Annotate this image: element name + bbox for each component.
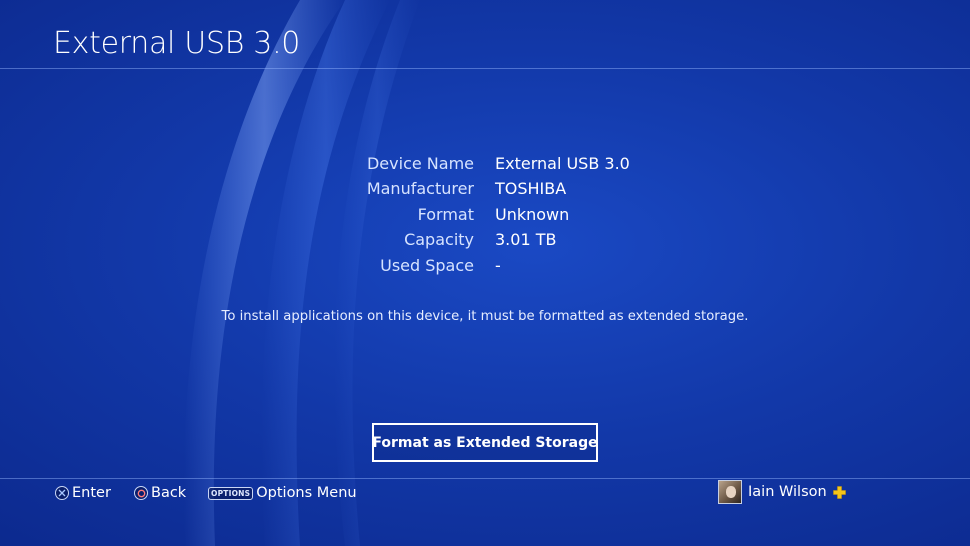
hint-label: Enter (72, 485, 111, 501)
avatar (718, 480, 742, 504)
hint-label: Back (151, 485, 187, 501)
info-row-device-name: Device Name External USB 3.0 (0, 154, 970, 179)
info-label: Manufacturer (366, 179, 474, 198)
info-value: TOSHIBA (495, 179, 567, 198)
username: Iain Wilson (748, 484, 827, 500)
circle-button-icon (134, 486, 148, 500)
playstation-plus-icon (832, 485, 846, 499)
info-label: Used Space (380, 256, 474, 275)
hint-label: Options Menu (256, 485, 357, 501)
cross-button-icon (55, 486, 69, 500)
footer-divider (0, 478, 970, 479)
info-value: 3.01 TB (495, 230, 557, 249)
info-value: External USB 3.0 (495, 154, 630, 173)
options-button-icon: OPTIONS (208, 486, 254, 500)
format-extended-storage-button[interactable]: Format as Extended Storage (372, 423, 598, 462)
info-value: - (495, 256, 501, 275)
user-profile[interactable]: Iain Wilson (718, 480, 846, 504)
info-value: Unknown (495, 205, 570, 224)
hint-enter[interactable]: Enter (55, 483, 111, 503)
format-notice-text: To install applications on this device, … (221, 309, 749, 324)
info-label: Format (417, 205, 474, 224)
title-divider (0, 68, 970, 69)
hint-back[interactable]: Back (134, 483, 186, 503)
hint-options-menu[interactable]: OPTIONS Options Menu (208, 483, 357, 503)
page-title: External USB 3.0 (53, 26, 301, 61)
info-label: Device Name (366, 154, 474, 173)
info-row-used-space: Used Space - (0, 256, 970, 281)
info-row-format: Format Unknown (0, 205, 970, 230)
info-label: Capacity (404, 230, 474, 249)
info-row-capacity: Capacity 3.01 TB (0, 230, 970, 255)
info-row-manufacturer: Manufacturer TOSHIBA (0, 179, 970, 204)
